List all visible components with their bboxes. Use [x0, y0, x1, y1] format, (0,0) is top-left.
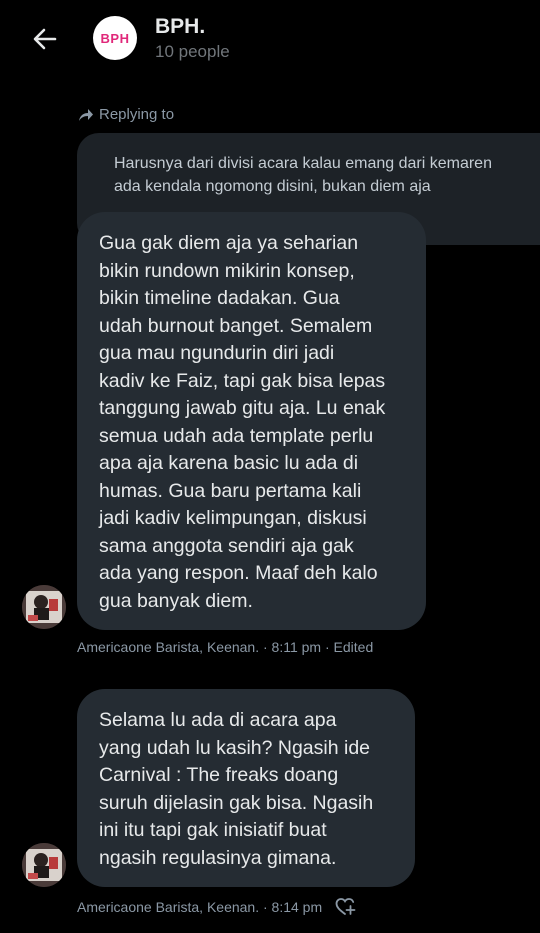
message-line: Selama lu ada di acara apa	[99, 709, 337, 731]
message-meta-row: Americaone Barista, Keenan. · 8:14 pm	[77, 896, 356, 918]
message-line: kadiv ke Faiz, tapi gak bisa lepas	[99, 369, 386, 392]
message-line: gua mau ngundurin diri jadi	[99, 342, 335, 364]
conversation-header: BPH BPH. 10 people	[0, 0, 540, 84]
message-line: suruh dijelasin gak bisa. Ngasih	[99, 791, 374, 814]
message-line: Carnival : The freaks doang	[99, 764, 339, 786]
message-line: bikin rundown mikirin konsep,	[99, 259, 355, 282]
group-avatar[interactable]: BPH	[93, 16, 137, 60]
replying-to-label: Replying to	[78, 106, 174, 123]
quoted-message-text: Harusnya dari divisi acara kalau emang d…	[114, 152, 540, 198]
message-line: apa aja karena basic lu ada di	[99, 452, 359, 474]
sender-avatar[interactable]	[22, 843, 66, 887]
message-line: semua udah ada template perlu	[99, 424, 374, 447]
message-line: humas. Gua baru pertama kali	[99, 479, 362, 502]
back-arrow-icon[interactable]	[30, 24, 60, 54]
quoted-line: ada kendala ngomong disini, bukan diem a…	[114, 178, 431, 195]
message-line: sama anggota sendiri aja gak	[99, 534, 354, 557]
reply-arrow-icon	[79, 108, 93, 121]
message-line: bikin timeline dadakan. Gua	[99, 287, 340, 309]
sender-avatar[interactable]	[22, 585, 66, 629]
message-line: ini itu tapi gak inisiatif buat	[99, 819, 327, 841]
message-line: Gua gak diem aja ya seharian	[99, 232, 359, 254]
message-line: ngasih regulasinya gimana.	[99, 846, 337, 869]
avatar-photo	[22, 843, 66, 887]
message-bubble[interactable]: Selama lu ada di acara apa yang udah lu …	[77, 689, 415, 887]
replying-to-text: Replying to	[99, 106, 175, 123]
message-line: tanggung jawab gitu aja. Lu enak	[99, 397, 386, 419]
message-meta: Americaone Barista, Keenan. · 8:11 pm · …	[77, 639, 374, 655]
message-meta: Americaone Barista, Keenan. · 8:14 pm	[77, 899, 323, 915]
message-line: gua banyak diem.	[99, 589, 253, 612]
message-line: udah burnout banget. Semalem	[99, 314, 373, 337]
message-line: jadi kadiv kelimpungan, diskusi	[99, 507, 367, 529]
quoted-line: Harusnya dari divisi acara kalau emang d…	[114, 155, 492, 172]
message-line: ada yang respon. Maaf deh kalo	[99, 562, 378, 584]
message-line: yang udah lu kasih? Ngasih ide	[99, 736, 371, 759]
member-count: 10 people	[155, 42, 230, 61]
add-reaction-heart-icon[interactable]	[334, 896, 356, 918]
avatar-photo	[22, 585, 66, 629]
group-name[interactable]: BPH.	[155, 15, 205, 39]
message-bubble[interactable]: Gua gak diem aja ya seharian bikin rundo…	[77, 212, 426, 630]
